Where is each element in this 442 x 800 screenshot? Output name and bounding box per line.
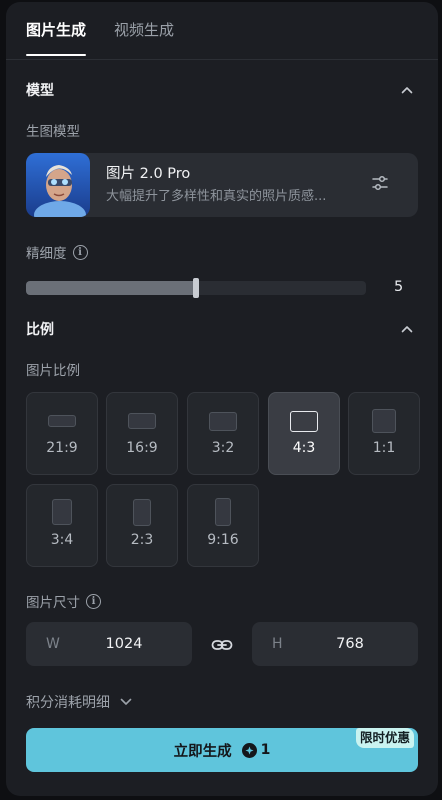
width-field[interactable]: W 1024: [26, 622, 192, 666]
precision-slider[interactable]: [26, 278, 366, 298]
ratio-label: 2:3: [130, 532, 154, 548]
ratio-option-2-3[interactable]: 2:3: [106, 484, 178, 567]
model-sub-label: 生图模型: [26, 124, 80, 140]
chevron-up-icon[interactable]: [396, 79, 418, 101]
generate-label: 立即生成: [173, 743, 232, 760]
model-selector-card[interactable]: 图片 2.0 Pro 大幅提升了多样性和真实的照片质感...: [26, 153, 418, 217]
width-prefix: W: [46, 636, 60, 652]
model-description: 大幅提升了多样性和真实的照片质感...: [106, 188, 327, 204]
info-icon[interactable]: i: [72, 244, 88, 260]
ratio-section-header[interactable]: 比例: [26, 317, 418, 341]
ratio-label: 4:3: [292, 440, 316, 456]
ratio-shape-icon: [128, 413, 156, 429]
ratio-shape-icon: [372, 409, 396, 433]
precision-slider-handle[interactable]: [193, 278, 199, 298]
precision-label: 精细度: [26, 246, 67, 262]
model-name: 图片 2.0 Pro: [106, 165, 191, 182]
ratio-option-3-4[interactable]: 3:4: [26, 484, 98, 567]
tab-divider: [6, 59, 438, 60]
ratio-sub-label: 图片比例: [26, 363, 80, 379]
info-icon[interactable]: i: [86, 593, 101, 609]
model-section-title: 模型: [26, 83, 54, 99]
credit-cost: 1: [241, 742, 271, 758]
height-value[interactable]: 768: [302, 636, 398, 652]
height-prefix: H: [272, 636, 283, 652]
model-thumbnail: [26, 153, 90, 217]
ratio-option-16-9[interactable]: 16:9: [106, 392, 178, 475]
ratio-shape-icon: [290, 411, 318, 432]
size-label: 图片尺寸: [26, 595, 80, 611]
ratio-shape-icon: [215, 498, 231, 526]
credit-amount: 1: [260, 742, 271, 758]
link-icon[interactable]: [210, 633, 234, 657]
ratio-label: 3:4: [50, 532, 74, 548]
ratio-option-21-9[interactable]: 21:9: [26, 392, 98, 475]
size-label-row: 图片尺寸 i: [26, 591, 101, 611]
ratio-option-3-2[interactable]: 3:2: [187, 392, 259, 475]
ratio-label: 1:1: [372, 440, 396, 456]
cost-details-toggle[interactable]: 积分消耗明细: [26, 692, 132, 712]
ratio-option-1-1[interactable]: 1:1: [348, 392, 420, 475]
ratio-label: 21:9: [46, 440, 78, 456]
model-section-header[interactable]: 模型: [26, 78, 418, 102]
chevron-down-icon: [120, 694, 132, 710]
tab-video-generation[interactable]: 视频生成: [114, 16, 174, 60]
ratio-shape-icon: [133, 499, 151, 526]
tab-bar: 图片生成 视频生成: [26, 16, 174, 60]
ratio-option-9-16[interactable]: 9:16: [187, 484, 259, 567]
precision-label-row: 精细度 i: [26, 242, 88, 262]
generation-panel: 图片生成 视频生成 模型 生图模型 图片 2.0 Pro 大幅提升了多样性和真实…: [6, 2, 438, 796]
chevron-up-icon[interactable]: [396, 318, 418, 340]
precision-value: 5: [394, 279, 404, 295]
cost-details-label: 积分消耗明细: [26, 695, 110, 711]
ratio-label: 9:16: [207, 532, 239, 548]
model-info: 图片 2.0 Pro 大幅提升了多样性和真实的照片质感...: [106, 164, 360, 207]
ratio-label: 3:2: [211, 440, 235, 456]
width-value[interactable]: 1024: [76, 636, 172, 652]
ratio-shape-icon: [52, 499, 72, 525]
tab-image-generation[interactable]: 图片生成: [26, 16, 87, 60]
ratio-section-title: 比例: [26, 322, 54, 338]
model-settings-button[interactable]: [360, 165, 400, 205]
precision-slider-fill: [26, 281, 193, 295]
height-field[interactable]: H 768: [252, 622, 418, 666]
ratio-label: 16:9: [126, 440, 158, 456]
ratio-option-4-3[interactable]: 4:3: [268, 392, 340, 475]
sliders-icon: [371, 174, 389, 196]
ratio-shape-icon: [48, 415, 76, 427]
ratio-shape-icon: [209, 412, 237, 431]
promo-badge: 限时优惠: [356, 728, 415, 748]
credit-icon: [241, 742, 257, 758]
